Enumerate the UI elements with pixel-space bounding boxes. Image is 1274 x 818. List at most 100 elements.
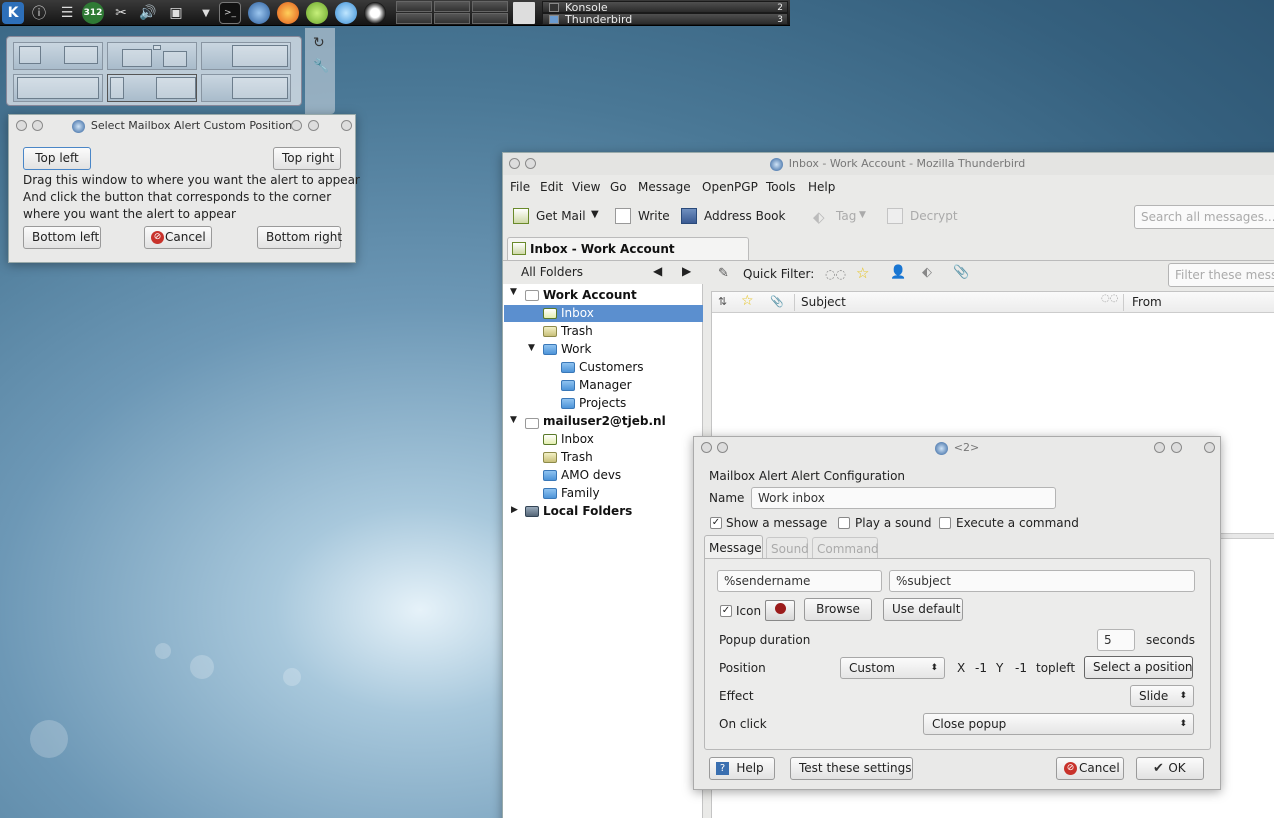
select-position-button[interactable]: Select a position bbox=[1084, 656, 1193, 679]
menu-button[interactable] bbox=[701, 442, 712, 453]
menu-tools[interactable]: Tools bbox=[766, 180, 796, 194]
menu-view[interactable]: View bbox=[572, 180, 600, 194]
unread-filter-icon[interactable]: ◌◌ bbox=[825, 267, 846, 281]
task-konsole[interactable]: Konsole 2 bbox=[542, 1, 788, 14]
bottom-right-button[interactable]: Bottom right bbox=[257, 226, 342, 249]
folder-projects[interactable]: Projects bbox=[579, 396, 626, 410]
test-settings-button[interactable]: Test these settings bbox=[790, 757, 913, 780]
expand-icon[interactable]: ▼ bbox=[510, 415, 517, 425]
folder-inbox[interactable]: Inbox bbox=[561, 306, 594, 320]
top-right-button[interactable]: Top right bbox=[273, 147, 341, 170]
on-click-select[interactable]: Close popup ⬍ bbox=[923, 713, 1194, 735]
play-sound-checkbox[interactable] bbox=[838, 517, 850, 529]
decrypt-button[interactable]: Decrypt bbox=[887, 206, 959, 228]
firefox-icon[interactable] bbox=[277, 2, 299, 24]
refresh-icon[interactable]: ↻ bbox=[313, 35, 325, 51]
thunderbird-launcher-icon[interactable] bbox=[248, 2, 270, 24]
folder-trash[interactable]: Trash bbox=[561, 324, 593, 338]
folder-trash-2[interactable]: Trash bbox=[561, 450, 593, 464]
close-button[interactable] bbox=[1204, 442, 1215, 453]
column-from[interactable]: From bbox=[1132, 295, 1162, 309]
folder-local[interactable]: Local Folders bbox=[543, 504, 632, 518]
task-thunderbird[interactable]: Thunderbird 3 bbox=[542, 13, 788, 26]
pager-desktop[interactable] bbox=[201, 74, 291, 102]
volume-icon[interactable]: 🔊 bbox=[137, 2, 159, 24]
name-input[interactable]: Work inbox bbox=[751, 487, 1056, 509]
dialog-titlebar[interactable]: Select Mailbox Alert Custom Position bbox=[9, 115, 355, 137]
menu-edit[interactable]: Edit bbox=[540, 180, 563, 194]
menu-file[interactable]: File bbox=[510, 180, 530, 194]
sticky-button[interactable] bbox=[525, 158, 536, 169]
desktop-3[interactable] bbox=[472, 1, 508, 12]
minimize-button[interactable] bbox=[1154, 442, 1165, 453]
menu-button[interactable] bbox=[16, 120, 27, 131]
folder-customers[interactable]: Customers bbox=[579, 360, 644, 374]
kde-menu-icon[interactable]: K bbox=[2, 2, 24, 24]
prev-folder-icon[interactable]: ◀ bbox=[653, 264, 662, 278]
attachment-filter-icon[interactable]: 📎 bbox=[953, 265, 969, 280]
duration-input[interactable]: 5 bbox=[1097, 629, 1135, 651]
sticky-button[interactable] bbox=[32, 120, 43, 131]
desktop-5[interactable] bbox=[434, 13, 470, 24]
maximize-button[interactable] bbox=[308, 120, 319, 131]
write-button[interactable]: Write bbox=[615, 206, 675, 228]
pager-desktop[interactable] bbox=[107, 42, 197, 70]
tab-inbox[interactable]: Inbox - Work Account bbox=[507, 237, 749, 261]
icon-checkbox[interactable]: ✓ bbox=[720, 605, 732, 617]
sendername-input[interactable]: %sendername bbox=[717, 570, 882, 592]
desktop-4[interactable] bbox=[396, 13, 432, 24]
expand-icon[interactable]: ▼ bbox=[528, 343, 535, 353]
network-icon[interactable]: ☰ bbox=[56, 2, 78, 24]
tab-command[interactable]: Command bbox=[812, 537, 879, 559]
desktop-2[interactable] bbox=[434, 1, 470, 12]
pager-desktop[interactable] bbox=[107, 74, 197, 102]
cancel-button[interactable]: ⊘ Cancel bbox=[1056, 757, 1124, 780]
chevron-down-icon[interactable]: ▼ bbox=[591, 209, 599, 220]
tab-sound[interactable]: Sound bbox=[766, 537, 809, 559]
execute-command-checkbox[interactable] bbox=[939, 517, 951, 529]
effect-select[interactable]: Slide ⬍ bbox=[1130, 685, 1194, 707]
alert-config-dialog[interactable]: <2> Mailbox Alert Alert Configuration Na… bbox=[693, 436, 1221, 790]
select-position-dialog[interactable]: Select Mailbox Alert Custom Position Top… bbox=[8, 114, 360, 263]
top-left-button[interactable]: Top left bbox=[23, 147, 91, 170]
column-subject[interactable]: Subject bbox=[801, 295, 846, 309]
folder-work-account[interactable]: Work Account bbox=[543, 288, 637, 302]
expand-icon[interactable]: ▼ bbox=[510, 287, 517, 297]
folder-manager[interactable]: Manager bbox=[579, 378, 632, 392]
collapse-icon[interactable]: ▶ bbox=[511, 505, 518, 515]
global-search-input[interactable]: Search all messages... bbox=[1134, 205, 1274, 229]
pager-desktop[interactable] bbox=[201, 42, 291, 70]
filter-input[interactable]: Filter these messages bbox=[1168, 263, 1274, 287]
all-folders-label[interactable]: All Folders bbox=[521, 265, 583, 279]
thread-icon[interactable]: ⇅ bbox=[718, 295, 727, 308]
cancel-button[interactable]: ⊘ Cancel bbox=[144, 226, 212, 249]
dialog-titlebar[interactable]: <2> bbox=[694, 437, 1220, 459]
minimize-button[interactable] bbox=[291, 120, 302, 131]
battery-icon[interactable]: ▣ bbox=[165, 2, 187, 24]
desktop-6[interactable] bbox=[472, 13, 508, 24]
subject-input[interactable]: %subject bbox=[889, 570, 1195, 592]
junk-column-icon[interactable]: ◌◌ bbox=[1101, 293, 1118, 304]
window-list-icon[interactable] bbox=[513, 2, 535, 24]
tux-icon[interactable] bbox=[364, 2, 386, 24]
terminal-icon[interactable]: >_ bbox=[219, 2, 241, 24]
tag-filter-icon[interactable]: ⬖ bbox=[922, 265, 932, 280]
bottom-left-button[interactable]: Bottom left bbox=[23, 226, 101, 249]
desktop-1[interactable] bbox=[396, 1, 432, 12]
address-book-button[interactable]: Address Book bbox=[681, 206, 791, 228]
window-titlebar[interactable]: Inbox - Work Account - Mozilla Thunderbi… bbox=[503, 153, 1274, 175]
menu-go[interactable]: Go bbox=[610, 180, 627, 194]
folder-family[interactable]: Family bbox=[561, 486, 600, 500]
maximize-button[interactable] bbox=[1171, 442, 1182, 453]
tab-message[interactable]: Message bbox=[704, 535, 763, 559]
position-select[interactable]: Custom ⬍ bbox=[840, 657, 945, 679]
contact-icon[interactable]: 👤 bbox=[890, 265, 906, 280]
show-message-checkbox[interactable]: ✓ bbox=[710, 517, 722, 529]
pager-desktop[interactable] bbox=[13, 42, 103, 70]
folder-mailuser2[interactable]: mailuser2@tjeb.nl bbox=[543, 414, 666, 428]
info-icon[interactable]: ⓘ bbox=[28, 2, 50, 24]
chevron-down-icon[interactable]: ▼ bbox=[195, 2, 217, 24]
app-launcher-icon[interactable] bbox=[306, 2, 328, 24]
menu-help[interactable]: Help bbox=[808, 180, 835, 194]
sticky-button[interactable] bbox=[717, 442, 728, 453]
